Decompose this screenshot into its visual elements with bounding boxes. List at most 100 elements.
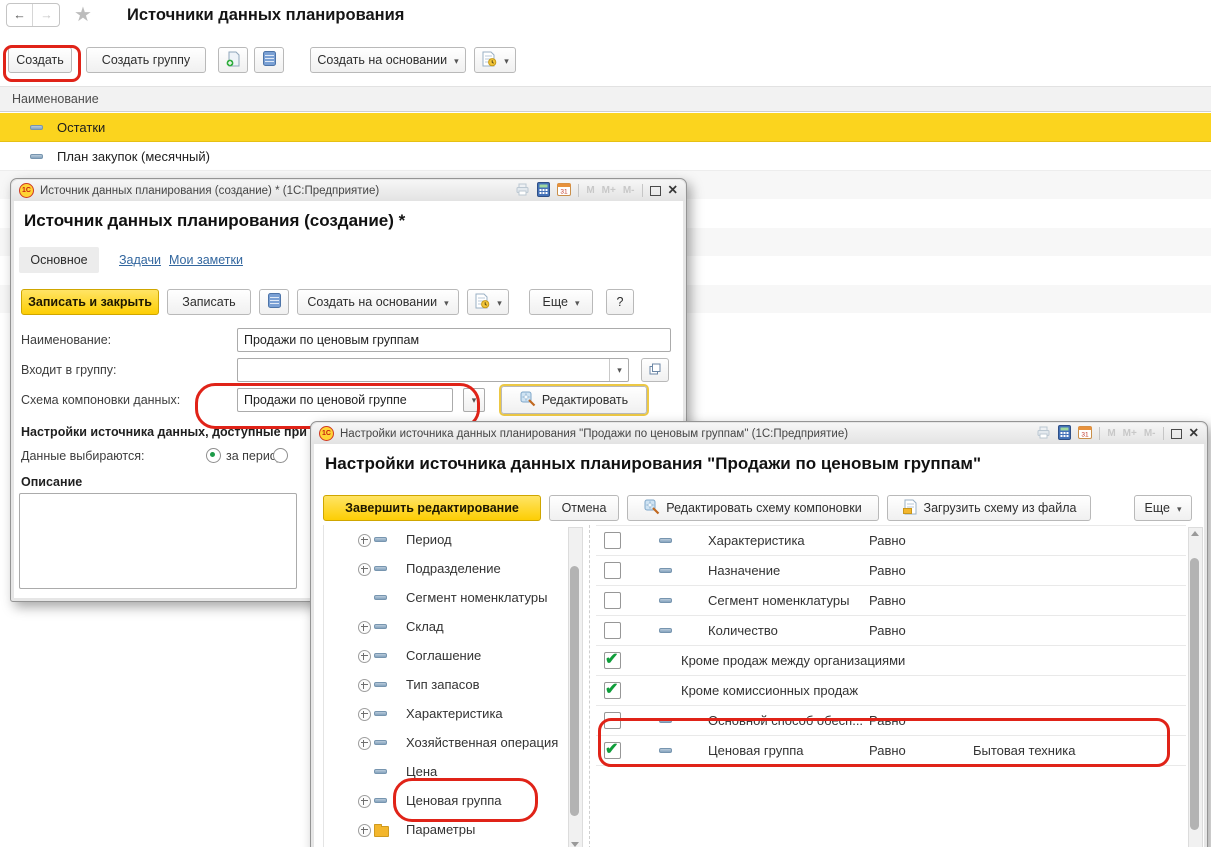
tree-item[interactable]: Период — [324, 525, 568, 554]
memory-m-plus-button[interactable]: M+ — [602, 185, 616, 196]
report-menu-button[interactable] — [467, 289, 509, 315]
expand-icon[interactable] — [358, 737, 371, 750]
calculator-icon[interactable] — [537, 182, 550, 200]
maximize-icon[interactable] — [650, 186, 661, 196]
list-row-selected[interactable]: Остатки — [0, 113, 1211, 142]
save-button[interactable]: Записать — [167, 289, 251, 315]
dialog2-titlebar[interactable]: 1С Настройки источника данных планирован… — [312, 423, 1206, 444]
expand-icon[interactable] — [358, 708, 371, 721]
tree-item[interactable]: Склад — [324, 612, 568, 641]
close-icon[interactable]: ✕ — [1189, 427, 1199, 440]
checkbox-checked[interactable] — [604, 682, 621, 699]
checkbox[interactable] — [604, 562, 621, 579]
cancel-button[interactable]: Отмена — [549, 495, 619, 521]
conditions-vertical-scrollbar[interactable] — [1188, 527, 1203, 847]
expand-icon[interactable] — [358, 679, 371, 692]
expand-icon[interactable] — [358, 621, 371, 634]
tree-vertical-scrollbar[interactable] — [568, 527, 583, 847]
group-field[interactable] — [237, 358, 629, 382]
dialog1-title-text: Источник данных планирования (создание) … — [40, 185, 515, 197]
list-header-row[interactable]: Наименование — [0, 86, 1211, 112]
calculator-icon[interactable] — [1058, 425, 1071, 443]
name-field[interactable] — [237, 328, 671, 352]
more-button[interactable]: Еще — [1134, 495, 1192, 521]
scroll-up-icon[interactable] — [1191, 531, 1199, 536]
create-based-on-button[interactable]: Создать на основании — [310, 47, 466, 73]
tree-item[interactable]: Сегмент номенклатуры — [324, 583, 568, 612]
more-button[interactable]: Еще — [529, 289, 593, 315]
memory-m-button[interactable]: M — [586, 185, 594, 196]
condition-row[interactable]: ХарактеристикаРавно — [596, 526, 1186, 556]
memory-m-minus-button[interactable]: M- — [1144, 428, 1156, 439]
calendar-icon[interactable]: 31 — [1078, 425, 1092, 442]
create-based-on-button[interactable]: Создать на основании — [297, 289, 459, 315]
condition-row[interactable]: Сегмент номенклатурыРавно — [596, 586, 1186, 616]
condition-row[interactable]: Кроме продаж между организациями — [596, 646, 1186, 676]
tab-tasks[interactable]: Задачи — [119, 253, 161, 267]
list-row[interactable]: План закупок (месячный) — [0, 142, 1211, 171]
group-dropdown-arrow-icon[interactable]: ▾ — [609, 359, 629, 381]
edit-composition-scheme-label: Редактировать схему компоновки — [666, 501, 861, 515]
checkbox[interactable] — [604, 532, 621, 549]
condition-row[interactable]: Кроме комиссионных продаж — [596, 676, 1186, 706]
edit-scheme-button[interactable]: Редактировать — [501, 386, 647, 414]
scroll-down-icon[interactable] — [571, 842, 579, 847]
print-icon[interactable] — [515, 183, 530, 199]
close-icon[interactable]: ✕ — [668, 184, 678, 197]
titlebar-separator — [578, 184, 579, 197]
checkbox-checked[interactable] — [604, 652, 621, 669]
back-button[interactable]: ← — [7, 4, 33, 26]
expand-icon[interactable] — [358, 795, 371, 808]
memory-m-minus-button[interactable]: M- — [623, 185, 635, 196]
tree-item[interactable]: Соглашение — [324, 641, 568, 670]
help-button[interactable]: ? — [606, 289, 634, 315]
memory-m-plus-button[interactable]: M+ — [1123, 428, 1137, 439]
condition-row[interactable]: НазначениеРавно — [596, 556, 1186, 586]
tree-item[interactable]: Характеристика — [324, 699, 568, 728]
finish-editing-button[interactable]: Завершить редактирование — [323, 495, 541, 521]
save-and-close-button[interactable]: Записать и закрыть — [21, 289, 159, 315]
dash-icon — [374, 537, 387, 542]
annotation-create-button — [3, 45, 81, 82]
create-group-button[interactable]: Создать группу — [86, 47, 206, 73]
conditions-scrollbar-thumb[interactable] — [1190, 558, 1199, 830]
condition-row[interactable]: КоличествоРавно — [596, 616, 1186, 646]
dash-icon — [659, 598, 672, 603]
radio-second-option[interactable] — [273, 448, 288, 463]
tab-notes[interactable]: Мои заметки — [169, 253, 243, 267]
tree-item-label: Период — [406, 532, 452, 547]
set-marker-button[interactable] — [254, 47, 284, 73]
expand-icon[interactable] — [358, 650, 371, 663]
description-textarea[interactable] — [19, 493, 297, 589]
condition-operator: Равно — [869, 533, 906, 548]
tree-scrollbar-thumb[interactable] — [570, 566, 579, 816]
calendar-icon[interactable]: 31 — [557, 182, 571, 199]
set-marker-button[interactable] — [259, 289, 289, 315]
report-menu-button[interactable] — [474, 47, 516, 73]
checkbox[interactable] — [604, 622, 621, 639]
favorite-star-icon[interactable]: ★ — [74, 2, 92, 27]
document-clock-icon — [481, 51, 497, 70]
expand-icon[interactable] — [358, 824, 371, 837]
dash-icon — [374, 566, 387, 571]
expand-icon[interactable] — [358, 563, 371, 576]
maximize-icon[interactable] — [1171, 429, 1182, 439]
memory-m-button[interactable]: M — [1107, 428, 1115, 439]
panel-divider — [589, 525, 590, 847]
dialog1-titlebar[interactable]: 1С Источник данных планирования (создани… — [12, 180, 685, 201]
expand-icon[interactable] — [358, 534, 371, 547]
tree-item[interactable]: Хозяйственная операция — [324, 728, 568, 757]
tree-item[interactable]: Тип запасов — [324, 670, 568, 699]
load-scheme-label: Загрузить схему из файла — [924, 501, 1077, 515]
dialog2-heading: Настройки источника данных планирования … — [325, 454, 981, 474]
tree-item[interactable]: Подразделение — [324, 554, 568, 583]
copy-item-button[interactable] — [218, 47, 248, 73]
forward-button[interactable]: → — [34, 4, 59, 26]
radio-for-period[interactable] — [206, 448, 221, 463]
edit-composition-scheme-button[interactable]: Редактировать схему компоновки — [627, 495, 879, 521]
tab-main[interactable]: Основное — [19, 247, 99, 273]
load-scheme-button[interactable]: Загрузить схему из файла — [887, 495, 1091, 521]
group-open-button[interactable] — [641, 358, 669, 382]
checkbox[interactable] — [604, 592, 621, 609]
print-icon[interactable] — [1036, 426, 1051, 442]
